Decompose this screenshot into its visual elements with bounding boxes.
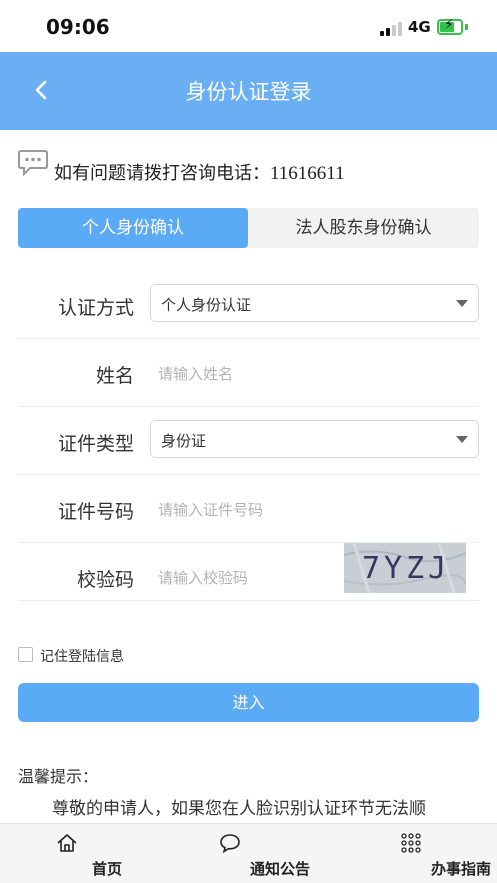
signal-icon [380, 20, 402, 36]
hotline-notice: 如有问题请拨打咨询电话：11616611 [18, 147, 488, 187]
tab-legal-shareholder[interactable]: 法人股东身份确认 [248, 208, 479, 248]
identity-tabs: 个人身份确认 法人股东身份确认 [18, 208, 479, 248]
battery-cap [465, 24, 468, 30]
id-number-label: 证件号码 [57, 501, 134, 523]
hotline-text: 如有问题请拨打咨询电话：11616611 [54, 159, 345, 185]
name-row: 姓名 [18, 339, 479, 407]
captcha-row: 校验码 7YZJ [18, 533, 479, 601]
captcha-image[interactable]: 7YZJ [344, 543, 466, 593]
tips-body: 尊敬的申请人，如果您在人脸识别认证环节无法顺 [52, 799, 426, 819]
name-input[interactable] [158, 363, 458, 385]
tips-title: 温馨提示： [18, 767, 99, 786]
charging-bolt-icon: ⚡ [444, 17, 454, 33]
captcha-label: 校验码 [76, 569, 134, 591]
remember-login[interactable]: 记住登陆信息 [18, 645, 218, 665]
bottom-tab-guide-label: 办事指南 [430, 860, 491, 878]
remember-checkbox[interactable] [18, 647, 33, 662]
auth-method-select[interactable]: 个人身份认证 [150, 284, 479, 322]
chat-message-icon [18, 150, 48, 177]
auth-method-value: 个人身份认证 [161, 296, 252, 314]
id-type-row: 证件类型 身份证 [18, 407, 479, 475]
status-bar: 09:06 4G ⚡ [0, 0, 497, 52]
tab-personal[interactable]: 个人身份确认 [18, 208, 248, 248]
remember-label: 记住登陆信息 [40, 649, 124, 665]
id-type-value: 身份证 [161, 432, 207, 450]
id-type-select[interactable]: 身份证 [150, 420, 479, 458]
chat-bubble-icon [220, 834, 240, 853]
hotline-prefix: 如有问题请拨打咨询电话： [54, 163, 270, 184]
captcha-text: 7YZJ [362, 551, 451, 586]
network-type: 4G [408, 18, 431, 36]
bottom-tab-notices-label: 通知公告 [249, 860, 310, 878]
id-type-label: 证件类型 [57, 433, 134, 455]
home-icon [57, 834, 77, 852]
bottom-tab-bar: 首页 通知公告 办事指南 [0, 823, 497, 883]
caret-down-icon [456, 300, 468, 307]
auth-method-row: 认证方式 个人身份认证 [18, 271, 479, 339]
id-number-input[interactable] [158, 499, 458, 521]
page-title: 身份认证登录 [185, 80, 312, 104]
bottom-tab-guide[interactable]: 办事指南 [361, 824, 491, 883]
enter-button[interactable]: 进入 [18, 683, 479, 722]
auth-method-label: 认证方式 [57, 297, 134, 319]
bottom-tab-home-label: 首页 [91, 860, 122, 878]
grid-icon [401, 833, 421, 853]
bottom-tab-home[interactable]: 首页 [27, 824, 122, 883]
caret-down-icon [456, 436, 468, 443]
name-label: 姓名 [95, 365, 134, 387]
bottom-tab-notices[interactable]: 通知公告 [180, 824, 310, 883]
captcha-input[interactable] [158, 567, 328, 589]
nav-bar: 身份认证登录 [0, 52, 497, 130]
hotline-phone[interactable]: 11616611 [270, 163, 345, 184]
status-time: 09:06 [46, 15, 110, 39]
